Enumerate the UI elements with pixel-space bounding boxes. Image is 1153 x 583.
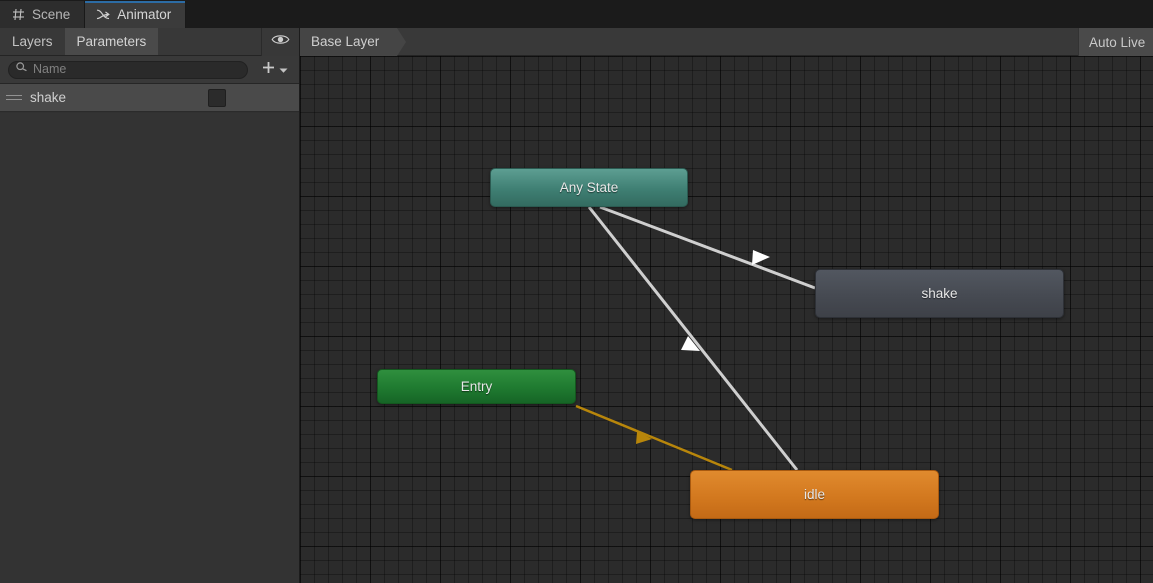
layer-name: shake xyxy=(30,90,67,105)
auto-live-label: Auto Live xyxy=(1089,34,1146,50)
breadcrumb: Base Layer Auto Live xyxy=(300,27,1153,56)
tab-parameters[interactable]: Parameters xyxy=(64,28,159,55)
eye-icon xyxy=(271,33,290,51)
state-node-label: shake xyxy=(921,286,958,301)
tab-scene[interactable]: Scene xyxy=(0,1,86,28)
window-tab-bar: Scene Animator xyxy=(0,0,1153,28)
state-node-label: Any State xyxy=(559,180,619,195)
search-placeholder: Name xyxy=(33,62,67,77)
breadcrumb-item-base-layer[interactable]: Base Layer xyxy=(300,27,408,56)
tab-animator[interactable]: Animator xyxy=(85,1,187,28)
chevron-down-icon xyxy=(279,61,288,79)
animator-icon xyxy=(96,8,111,22)
transition-anystate-to-idle xyxy=(587,206,799,471)
tab-parameters-label: Parameters xyxy=(76,34,147,49)
layer-search-row: Name xyxy=(0,56,299,84)
auto-live-link-button[interactable]: Auto Live xyxy=(1078,28,1153,56)
plus-icon xyxy=(261,60,276,80)
search-icon xyxy=(15,61,28,79)
transition-anystate-to-shake xyxy=(599,205,816,290)
state-node-any-state[interactable]: Any State xyxy=(490,168,688,207)
tab-scene-label: Scene xyxy=(32,7,71,22)
add-layer-button[interactable] xyxy=(256,60,293,80)
layer-list: shake xyxy=(0,84,299,112)
breadcrumb-label: Base Layer xyxy=(311,34,380,49)
layers-panel: Layers Parameters Name shake xyxy=(0,28,300,583)
list-item[interactable]: shake xyxy=(0,84,299,112)
state-node-label: idle xyxy=(803,487,825,502)
grid-icon xyxy=(11,8,25,22)
drag-handle-icon[interactable] xyxy=(6,93,22,103)
layer-panel-body xyxy=(0,113,299,583)
visibility-toggle[interactable] xyxy=(261,28,299,56)
transition-entry-to-idle xyxy=(575,404,733,472)
tab-animator-label: Animator xyxy=(117,7,172,22)
state-node-entry[interactable]: Entry xyxy=(377,369,576,404)
layer-weight-swatch[interactable] xyxy=(208,88,226,107)
layers-parameters-tabs: Layers Parameters xyxy=(0,28,299,56)
tab-layers[interactable]: Layers xyxy=(0,28,65,55)
search-input[interactable]: Name xyxy=(8,60,248,79)
state-node-label: Entry xyxy=(460,379,493,394)
animator-graph-canvas[interactable]: Any State shake Entry idle xyxy=(300,56,1153,583)
state-node-shake[interactable]: shake xyxy=(815,269,1064,318)
state-node-idle[interactable]: idle xyxy=(690,470,939,519)
breadcrumb-arrow-shadow xyxy=(398,27,408,56)
tab-layers-label: Layers xyxy=(12,34,53,49)
animator-window: Scene Animator Layers Parameters Name sh… xyxy=(0,0,1153,583)
